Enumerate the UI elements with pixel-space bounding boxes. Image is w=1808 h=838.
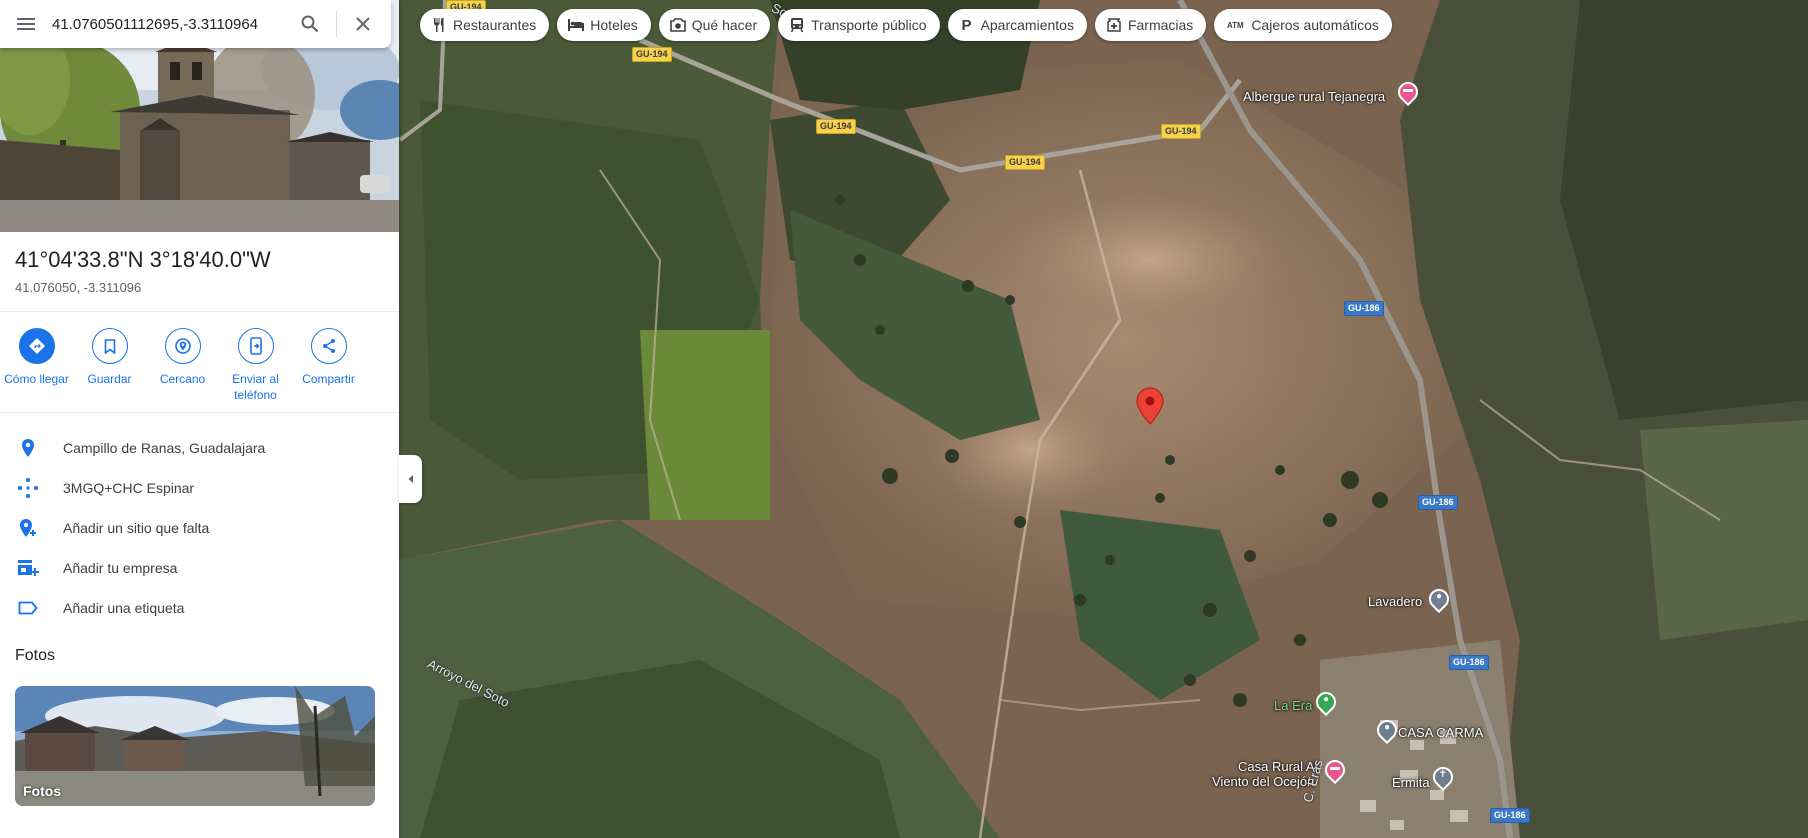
label-icon xyxy=(0,601,63,615)
chip-label: Farmacias xyxy=(1127,17,1194,33)
share-icon xyxy=(310,328,347,364)
collapse-panel-button[interactable] xyxy=(399,455,422,503)
parking-icon: P xyxy=(961,16,972,34)
action-label: Enviar al teléfono xyxy=(232,372,279,402)
road-shield-gu194: GU-194 xyxy=(816,119,856,134)
chip-restaurantes[interactable]: Restaurantes xyxy=(420,9,550,41)
address-row[interactable]: Campillo de Ranas, Guadalajara xyxy=(0,428,399,468)
nearby-button[interactable]: Cercano xyxy=(146,328,219,403)
photos-heading: Fotos xyxy=(15,647,56,664)
divider xyxy=(0,412,399,413)
road-shield-gu186: GU-186 xyxy=(1418,495,1458,510)
road-shield-gu194: GU-194 xyxy=(1161,124,1201,139)
road-shield-gu194: GU-194 xyxy=(1005,155,1045,170)
search-input[interactable] xyxy=(52,15,282,33)
caret-left-icon xyxy=(408,475,413,483)
bookmark-icon xyxy=(91,328,128,364)
send-to-phone-button[interactable]: Enviar al teléfono xyxy=(219,328,292,403)
hamburger-menu-icon xyxy=(17,18,35,30)
search-button[interactable] xyxy=(288,0,332,48)
photos-thumbnail xyxy=(15,686,375,806)
search-icon xyxy=(301,15,319,33)
nearby-icon xyxy=(164,328,201,364)
fork-knife-icon xyxy=(431,17,447,33)
search-divider xyxy=(336,11,337,37)
add-missing-place-row[interactable]: Añadir un sitio que falta xyxy=(0,508,399,548)
close-icon xyxy=(356,17,370,31)
location-pin-icon xyxy=(0,438,63,458)
pharmacy-icon xyxy=(1106,17,1122,33)
decimal-coordinates: 41.076050, -3.311096 xyxy=(15,280,142,295)
chip-hoteles[interactable]: Hoteles xyxy=(557,9,651,41)
chip-aparcamientos[interactable]: P Aparcamientos xyxy=(947,9,1087,41)
plus-code-row[interactable]: 3MGQ+CHC Espinar xyxy=(0,468,399,508)
chip-label: Transporte público xyxy=(811,17,927,33)
action-label: Compartir xyxy=(302,372,355,386)
poi-label-casa-rural-line2[interactable]: Viento del Ocejón xyxy=(1212,774,1314,789)
place-side-panel: 41°04'33.8"N 3°18'40.0"W 41.076050, -3.3… xyxy=(0,0,399,838)
add-missing-place-text: Añadir un sitio que falta xyxy=(63,520,210,536)
train-icon xyxy=(789,17,805,33)
dropped-pin-icon[interactable] xyxy=(1136,387,1164,425)
action-buttons: Cómo llegar Guardar Cercano Enviar al te… xyxy=(0,328,399,403)
action-label: Guardar xyxy=(87,372,132,386)
park-pin-icon[interactable]: ● xyxy=(1311,687,1341,717)
road-shield-gu194: GU-194 xyxy=(632,47,672,62)
lodging-pin-icon[interactable]: ▬ xyxy=(1320,755,1350,785)
camera-icon xyxy=(669,17,686,33)
chip-farmacias[interactable]: Farmacias xyxy=(1094,9,1207,41)
chip-que-hacer[interactable]: Qué hacer xyxy=(658,9,771,41)
directions-icon xyxy=(18,328,55,364)
bed-icon xyxy=(568,17,585,33)
road-shield-gu186: GU-186 xyxy=(1344,301,1384,316)
save-button[interactable]: Guardar xyxy=(73,328,146,403)
plus-code-text: 3MGQ+CHC Espinar xyxy=(63,480,195,496)
chip-label: Qué hacer xyxy=(691,17,758,33)
action-label: Cómo llegar xyxy=(4,372,69,386)
action-label: Cercano xyxy=(159,372,206,386)
atm-icon: ATM xyxy=(1226,20,1244,30)
add-business-icon xyxy=(0,559,63,577)
place-title: 41°04'33.8"N 3°18'40.0"W xyxy=(15,247,271,272)
poi-label-lavadero[interactable]: Lavadero xyxy=(1368,594,1422,609)
phone-icon xyxy=(237,328,274,364)
plus-code-icon xyxy=(0,477,63,499)
church-pin-icon[interactable]: ✝ xyxy=(1428,762,1458,792)
add-label-row[interactable]: Añadir una etiqueta xyxy=(0,588,399,628)
menu-button[interactable] xyxy=(0,0,52,48)
share-button[interactable]: Compartir xyxy=(292,328,365,403)
road-shield-gu186: GU-186 xyxy=(1490,808,1530,823)
chip-transporte-publico[interactable]: Transporte público xyxy=(778,9,940,41)
lodging-pin-icon[interactable]: ▬ xyxy=(1393,77,1423,107)
photos-card[interactable]: Fotos xyxy=(15,686,375,806)
chip-label: Cajeros automáticos xyxy=(1251,17,1379,33)
maps-app: GU-194 GU-194 GU-194 GU-194 GU-186 GU-18… xyxy=(0,0,1808,838)
poi-label-ermita[interactable]: Ermita xyxy=(1392,775,1430,790)
add-business-text: Añadir tu empresa xyxy=(63,560,178,576)
search-bar xyxy=(0,0,391,48)
category-chips: Restaurantes Hoteles Qué hacer Transport… xyxy=(420,9,1392,41)
directions-button[interactable]: Cómo llegar xyxy=(0,328,73,403)
address-text: Campillo de Ranas, Guadalajara xyxy=(63,440,266,456)
close-button[interactable] xyxy=(341,0,385,48)
photos-card-label: Fotos xyxy=(23,783,62,799)
chip-label: Hoteles xyxy=(590,17,638,33)
poi-label-casa-rural-line1[interactable]: Casa Rural Al xyxy=(1238,759,1317,774)
divider xyxy=(0,311,399,312)
add-label-text: Añadir una etiqueta xyxy=(63,600,185,616)
landmark-pin-icon[interactable]: ● xyxy=(1424,584,1454,614)
poi-label-casa-carma[interactable]: CASA CARMA xyxy=(1398,725,1483,740)
add-location-icon xyxy=(0,518,63,538)
landmark-pin-icon[interactable]: ● xyxy=(1372,715,1402,745)
poi-label-albergue[interactable]: Albergue rural Tejanegra xyxy=(1243,89,1385,104)
add-business-row[interactable]: Añadir tu empresa xyxy=(0,548,399,588)
poi-label-la-era[interactable]: La Era xyxy=(1274,698,1312,713)
chip-label: Restaurantes xyxy=(453,17,537,33)
chip-label: Aparcamientos xyxy=(980,17,1074,33)
road-shield-gu186: GU-186 xyxy=(1449,655,1489,670)
chip-cajeros-automaticos[interactable]: ATM Cajeros automáticos xyxy=(1214,9,1392,41)
